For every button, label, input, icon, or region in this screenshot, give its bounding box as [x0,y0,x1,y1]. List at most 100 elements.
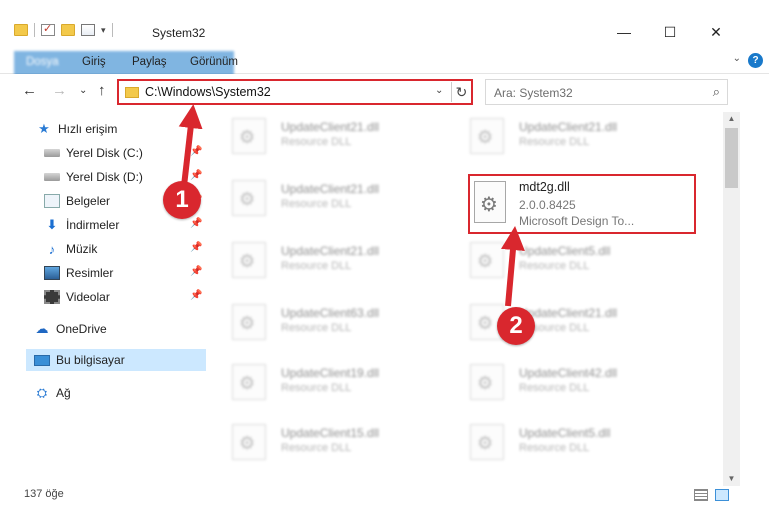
file-type: Resource DLL [519,442,590,454]
list-item[interactable]: UpdateClient5.dll Resource DLL [456,236,676,282]
target-file-mdt2g[interactable]: mdt2g.dll 2.0.0.8425 Microsoft Design To… [468,174,696,234]
list-item[interactable]: UpdateClient21.dll Resource DLL [218,236,438,282]
file-name: UpdateClient15.dll [281,426,380,440]
search-icon[interactable]: ⌕ [713,84,720,100]
sidebar-item-label: Yerel Disk (C:) [66,146,143,160]
up-arrow-icon[interactable]: ↑ [98,82,106,99]
file-type: Resource DLL [281,198,352,210]
large-icons-view-icon[interactable] [715,489,729,501]
address-path[interactable]: C:\Windows\System32 [145,85,271,99]
file-type: Resource DLL [519,382,590,394]
step-2-badge: 2 [497,307,535,345]
file-name: UpdateClient21.dll [281,120,380,134]
pin-icon[interactable]: 📌 [190,218,202,229]
address-dropdown-icon[interactable]: ⌄ [435,85,443,96]
customize-toolbar-icon[interactable]: ▾ [101,25,106,36]
refresh-icon[interactable]: ↻ [451,82,471,102]
recent-locations-icon[interactable]: ⌄ [79,85,87,96]
ribbon-tabs: Dosya Giriş Paylaş Görünüm ⌄ ? [0,48,769,97]
tab-paylas[interactable]: Paylaş [122,51,177,74]
target-file-version: 2.0.0.8425 [519,198,576,212]
file-name: UpdateClient5.dll [519,244,611,258]
properties-icon[interactable] [81,24,95,36]
vertical-scrollbar[interactable]: ▲ ▼ [723,112,740,486]
sidebar-item-label: Belgeler [66,194,111,208]
file-type: Resource DLL [281,136,352,148]
file-name: UpdateClient5.dll [519,426,611,440]
list-item[interactable]: UpdateClient21.dll Resource DLL [218,174,438,220]
sidebar-item-label: OneDrive [56,322,107,336]
navigation-pane: ★ Hızlı erişim Yerel Disk (C:) 📌 Yerel D… [0,112,206,474]
file-type: Resource DLL [519,260,590,272]
details-view-icon[interactable] [694,489,708,501]
tab-gorunum[interactable]: Görünüm [180,51,248,74]
dll-file-icon [232,242,266,278]
toolbar-separator [111,23,113,37]
scroll-up-icon[interactable]: ▲ [723,112,740,126]
file-type: Resource DLL [281,382,352,394]
sidebar-item-this-pc[interactable]: Bu bilgisayar [26,349,206,371]
pin-icon[interactable]: 📌 [190,146,202,157]
cloud-icon: ☁ [35,321,49,336]
pin-icon[interactable]: 📌 [190,242,202,253]
sidebar-item-pictures[interactable]: Resimler 📌 [44,262,206,284]
navigation-bar: ← → ⌄ ↑ C:\Windows\System32 ⌄ ↻ Ara: Sys… [0,74,769,108]
list-item[interactable]: UpdateClient21.dll Resource DLL [456,298,676,344]
dll-file-icon [232,364,266,400]
maximize-button[interactable]: ☐ [647,20,693,44]
file-type: Resource DLL [519,136,590,148]
file-name: UpdateClient21.dll [281,182,380,196]
address-bar[interactable]: C:\Windows\System32 ⌄ ↻ [117,79,473,105]
file-name: UpdateClient42.dll [519,366,618,380]
back-arrow-icon[interactable]: ← [22,82,37,99]
forward-arrow-icon[interactable]: → [52,82,67,99]
search-input[interactable]: Ara: System32 ⌕ [485,79,728,105]
sidebar-item-videos[interactable]: Videolar 📌 [44,286,206,308]
drive-icon [44,173,60,181]
pin-icon[interactable]: 📌 [190,170,202,181]
scroll-down-icon[interactable]: ▼ [723,472,740,486]
minimize-button[interactable]: — [601,20,647,44]
list-item[interactable]: UpdateClient42.dll Resource DLL [456,358,676,404]
file-name: UpdateClient19.dll [281,366,380,380]
list-item[interactable]: UpdateClient15.dll Resource DLL [218,418,438,464]
pin-icon[interactable]: 📌 [190,266,202,277]
sidebar-item-network[interactable]: ⛭ Ağ [34,382,71,404]
toolbar-separator [34,23,35,37]
downloads-icon: ⬇ [46,217,58,232]
sidebar-item-local-disk-c[interactable]: Yerel Disk (C:) 📌 [44,142,206,164]
tab-giris[interactable]: Giriş [72,51,116,74]
new-folder-icon[interactable] [61,24,75,36]
dll-gear-icon [474,181,506,223]
expand-ribbon-icon[interactable]: ⌄ [733,53,741,64]
list-item[interactable]: UpdateClient21.dll Resource DLL [218,112,438,158]
close-button[interactable]: ✕ [693,20,739,44]
list-item[interactable]: UpdateClient21.dll Resource DLL [456,112,676,158]
item-count: 137 öğe [24,488,64,500]
sidebar-item-onedrive[interactable]: ☁ OneDrive [34,318,107,340]
quick-access-toolbar: ▾ [14,22,113,37]
sidebar-item-music[interactable]: ♪ Müzik 📌 [44,238,206,260]
list-item[interactable]: UpdateClient5.dll Resource DLL [456,418,676,464]
scrollbar-thumb[interactable] [725,128,738,188]
sidebar-item-label: Bu bilgisayar [56,353,125,367]
sidebar-item-label: Videolar [66,290,110,304]
star-icon: ★ [38,121,50,136]
sidebar-item-label: İndirmeler [66,218,120,232]
pin-icon[interactable]: 📌 [190,290,202,301]
dll-file-icon [470,424,504,460]
list-item[interactable]: UpdateClient19.dll Resource DLL [218,358,438,404]
sidebar-item-quick-access[interactable]: ★ Hızlı erişim [36,118,117,140]
file-list: UpdateClient21.dll Resource DLL UpdateCl… [218,112,720,474]
help-icon[interactable]: ? [748,53,763,68]
sidebar-item-label: Ağ [56,386,71,400]
sidebar-item-label: Hızlı erişim [58,122,118,136]
list-item[interactable]: UpdateClient63.dll Resource DLL [218,298,438,344]
dll-file-icon [470,242,504,278]
dll-file-icon [470,118,504,154]
file-name: UpdateClient21.dll [281,244,380,258]
dll-file-icon [232,424,266,460]
drive-icon [44,149,60,157]
properties-check-icon[interactable] [41,22,55,36]
search-placeholder: Ara: System32 [494,86,573,100]
